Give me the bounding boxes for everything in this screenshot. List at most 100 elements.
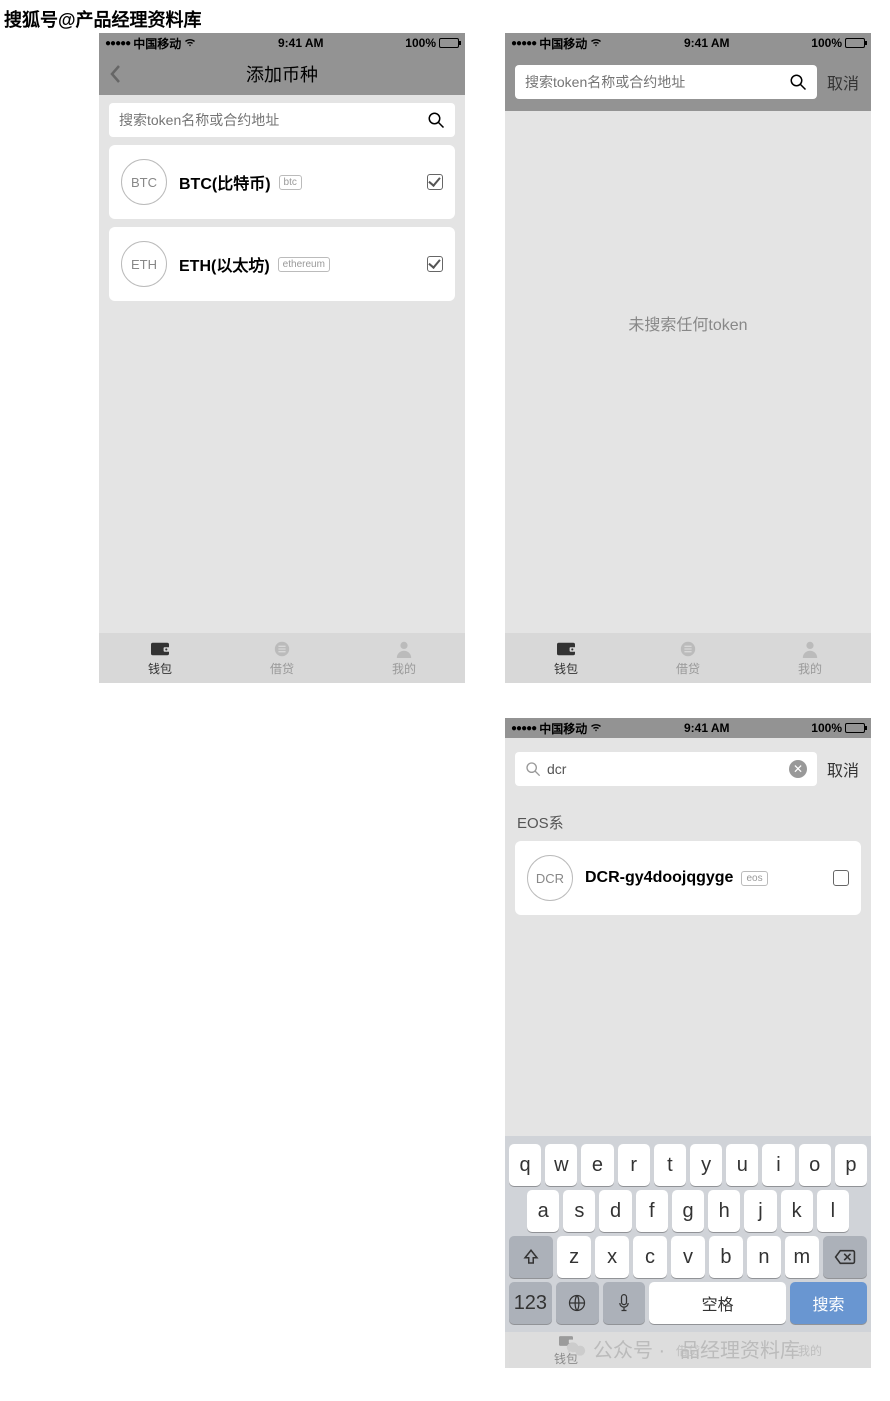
coin-tag: eos [741,871,767,886]
cancel-button[interactable]: 取消 [821,757,871,781]
search-field[interactable] [547,761,789,777]
tab-label: 钱包 [554,660,578,677]
page-title: 添加币种 [99,61,465,87]
tab-loan[interactable]: 借贷 [676,640,700,677]
search-icon[interactable] [427,111,445,129]
wifi-icon [184,38,196,48]
battery-icon [439,38,459,48]
tab-label: 借贷 [270,660,294,677]
key-e[interactable]: e [581,1144,613,1186]
tab-mine[interactable]: 我的 [798,640,822,677]
key-t[interactable]: t [654,1144,686,1186]
status-bar: ●●●●● 中国移动 9:41 AM 100% [505,33,871,53]
key-l[interactable]: l [817,1190,849,1232]
key-space[interactable]: 空格 [649,1282,786,1324]
wifi-icon [590,723,602,733]
tab-wallet[interactable]: 钱包 [148,640,172,677]
key-backspace[interactable] [823,1236,867,1278]
user-icon [799,640,821,658]
cancel-button[interactable]: 取消 [821,70,871,94]
key-123[interactable]: 123 [509,1282,552,1324]
status-bar: ●●●●● 中国移动 9:41 AM 100% [505,718,871,738]
key-g[interactable]: g [672,1190,704,1232]
backspace-icon [834,1249,856,1265]
tab-mine[interactable]: 我的 [798,1342,822,1359]
key-search[interactable]: 搜索 [790,1282,867,1324]
key-j[interactable]: j [744,1190,776,1232]
key-a[interactable]: a [527,1190,559,1232]
tab-loan[interactable]: 借贷 [270,640,294,677]
search-field[interactable] [525,74,789,90]
key-m[interactable]: m [785,1236,819,1278]
keyboard-row-4: 123 空格 搜索 [509,1282,867,1324]
wallet-icon [149,640,171,658]
key-o[interactable]: o [799,1144,831,1186]
coin-checkbox[interactable] [427,256,443,272]
search-input[interactable]: ✕ [515,752,817,786]
key-v[interactable]: v [671,1236,705,1278]
status-bar: ●●●●● 中国移动 9:41 AM 100% [99,33,465,53]
coin-checkbox[interactable] [427,174,443,190]
coin-checkbox[interactable] [833,870,849,886]
key-s[interactable]: s [563,1190,595,1232]
key-c[interactable]: c [633,1236,667,1278]
signal-dots-icon: ●●●●● [511,723,536,734]
battery-icon [845,38,865,48]
token-row[interactable]: BTC BTC(比特币) btc [109,145,455,219]
keyboard-row-3: z x c v b n m [509,1236,867,1278]
search-icon[interactable] [789,73,807,91]
key-f[interactable]: f [636,1190,668,1232]
key-k[interactable]: k [781,1190,813,1232]
key-y[interactable]: y [690,1144,722,1186]
coin-name: ETH(以太坊) [179,252,270,276]
tab-label: 我的 [798,1342,822,1359]
token-row[interactable]: ETH ETH(以太坊) ethereum [109,227,455,301]
section-header: EOS系 [505,800,871,841]
key-q[interactable]: q [509,1144,541,1186]
battery-percent: 100% [811,36,842,50]
wallet-icon [555,640,577,658]
search-field[interactable] [119,112,427,128]
key-w[interactable]: w [545,1144,577,1186]
key-h[interactable]: h [708,1190,740,1232]
key-d[interactable]: d [599,1190,631,1232]
nav-bar: 添加币种 [99,53,465,95]
key-i[interactable]: i [762,1144,794,1186]
key-mic[interactable] [603,1282,646,1324]
token-row[interactable]: DCR DCR-gy4doojqgyge eos [515,841,861,915]
tab-wallet[interactable]: 钱包 [554,640,578,677]
carrier-label: 中国移动 [133,35,181,52]
tab-label: 我的 [798,660,822,677]
tab-bar: 钱包 借贷 我的 [505,633,871,683]
status-time: 9:41 AM [278,36,324,50]
tab-mine[interactable]: 我的 [392,640,416,677]
status-time: 9:41 AM [684,721,730,735]
screen-search-empty: ●●●●● 中国移动 9:41 AM 100% 取消 未搜索任何token 钱包… [505,33,871,683]
keyboard-row-1: q w e r t y u i o p [509,1144,867,1186]
watermark-top: 搜狐号@产品经理资料库 [4,6,202,32]
battery-percent: 100% [811,721,842,735]
key-globe[interactable] [556,1282,599,1324]
coin-badge: BTC [121,159,167,205]
back-icon[interactable] [109,64,121,84]
mic-icon [617,1293,631,1313]
key-b[interactable]: b [709,1236,743,1278]
coin-badge: DCR [527,855,573,901]
search-input[interactable] [109,103,455,137]
empty-state: 未搜索任何token [505,311,871,335]
wechat-icon [565,1339,587,1359]
search-icon [525,761,541,777]
key-p[interactable]: p [835,1144,867,1186]
search-input[interactable] [515,65,817,99]
key-u[interactable]: u [726,1144,758,1186]
coin-name: DCR-gy4doojqgyge [585,869,733,887]
tab-label: 借贷 [676,660,700,677]
key-n[interactable]: n [747,1236,781,1278]
key-z[interactable]: z [557,1236,591,1278]
key-shift[interactable] [509,1236,553,1278]
key-x[interactable]: x [595,1236,629,1278]
clear-icon[interactable]: ✕ [789,760,807,778]
key-r[interactable]: r [618,1144,650,1186]
signal-dots-icon: ●●●●● [105,38,130,49]
keyboard: q w e r t y u i o p a s d f g h j k l z [505,1136,871,1332]
